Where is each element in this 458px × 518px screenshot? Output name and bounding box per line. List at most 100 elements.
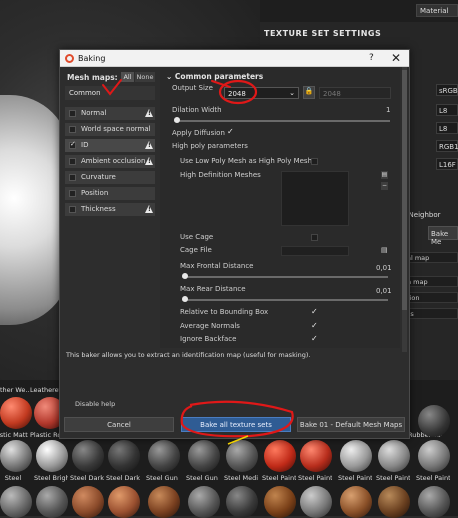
- channel-list-item[interactable]: al map: [404, 252, 458, 263]
- material-sphere[interactable]: [188, 486, 220, 518]
- map-checkbox[interactable]: [69, 158, 76, 165]
- baking-dialog: Baking ? ✕ Mesh maps: All None Common No…: [59, 49, 410, 439]
- add-file-icon[interactable]: ▤: [381, 171, 388, 179]
- material-sphere[interactable]: [378, 440, 410, 472]
- disable-help-link[interactable]: Disable help: [75, 400, 115, 408]
- material-sphere[interactable]: [418, 405, 450, 437]
- use-cage-checkbox[interactable]: [311, 234, 318, 241]
- material-sphere[interactable]: [0, 486, 32, 518]
- map-checkbox[interactable]: [69, 174, 76, 181]
- material-sphere[interactable]: [72, 440, 104, 472]
- map-checkbox[interactable]: [69, 140, 76, 149]
- shelf-item-label: Steel Dark ...: [70, 474, 104, 482]
- bake-mesh-maps-button[interactable]: Bake Me: [428, 226, 458, 246]
- map-checkbox[interactable]: [69, 110, 76, 117]
- dilation-width-slider-handle[interactable]: [174, 117, 180, 123]
- format-field[interactable]: sRGB8: [436, 84, 458, 96]
- average-normals-label: Average Normals: [180, 322, 240, 330]
- shelf-item-label: Steel Painte...: [298, 474, 332, 482]
- material-sphere[interactable]: [0, 397, 32, 429]
- substance-logo-icon: [65, 54, 74, 63]
- material-sphere[interactable]: [418, 486, 450, 518]
- material-sphere[interactable]: [108, 440, 140, 472]
- material-sphere[interactable]: [264, 486, 296, 518]
- average-normals-checkbox[interactable]: ✓: [311, 321, 318, 330]
- material-sphere[interactable]: [378, 486, 410, 518]
- max-frontal-slider-handle[interactable]: [182, 273, 188, 279]
- material-sphere[interactable]: [148, 440, 180, 472]
- select-all-button[interactable]: All: [121, 72, 134, 82]
- map-row-curvature[interactable]: Curvature: [65, 171, 155, 184]
- map-checkbox[interactable]: [69, 190, 76, 197]
- map-row-world-space-normal[interactable]: World space normal: [65, 123, 155, 136]
- material-sphere[interactable]: [226, 440, 258, 472]
- format-field[interactable]: L16F: [436, 158, 458, 170]
- ignore-backface-checkbox[interactable]: ✓: [311, 334, 318, 343]
- material-sphere[interactable]: [36, 440, 68, 472]
- max-frontal-slider[interactable]: [182, 276, 388, 278]
- dialog-title: Baking: [78, 54, 106, 63]
- apply-diffusion-checkbox[interactable]: ✓: [227, 127, 234, 136]
- material-sphere[interactable]: [226, 486, 258, 518]
- output-size-dropdown[interactable]: 2048 ⌄: [224, 87, 299, 99]
- format-field[interactable]: L8: [436, 104, 458, 116]
- material-sphere[interactable]: [418, 440, 450, 472]
- map-row-normal[interactable]: Normal: [65, 107, 155, 120]
- help-button[interactable]: ?: [369, 53, 374, 63]
- high-def-meshes-list[interactable]: [281, 171, 349, 226]
- dialog-titlebar[interactable]: Baking ? ✕: [60, 50, 409, 67]
- close-button[interactable]: ✕: [391, 51, 401, 65]
- map-checkbox[interactable]: [69, 206, 76, 213]
- common-parameters-item[interactable]: Common: [65, 86, 155, 100]
- use-low-poly-checkbox[interactable]: [311, 158, 318, 165]
- map-checkbox[interactable]: [69, 126, 76, 133]
- map-row-ambient-occlusion[interactable]: Ambient occlusion: [65, 155, 155, 168]
- select-none-button[interactable]: None: [135, 72, 155, 82]
- channel-list-item[interactable]: tion: [404, 292, 458, 303]
- lock-icon[interactable]: 🔒: [303, 86, 315, 99]
- map-row-position[interactable]: Position: [65, 187, 155, 200]
- cage-file-label: Cage File: [180, 246, 212, 254]
- format-field[interactable]: L8: [436, 122, 458, 134]
- material-dropdown[interactable]: Material: [416, 4, 458, 17]
- material-sphere[interactable]: [148, 486, 180, 518]
- apply-diffusion-label: Apply Diffusion: [172, 129, 225, 137]
- baker-description: This baker allows you to extract an iden…: [66, 351, 311, 359]
- max-rear-label: Max Rear Distance: [180, 285, 246, 293]
- cancel-button[interactable]: Cancel: [64, 417, 174, 432]
- material-sphere[interactable]: [72, 486, 104, 518]
- material-sphere[interactable]: [108, 486, 140, 518]
- cage-file-field[interactable]: [281, 246, 349, 256]
- material-sphere[interactable]: [36, 486, 68, 518]
- dilation-width-slider[interactable]: [174, 120, 390, 122]
- channel-list-item[interactable]: n map: [404, 276, 458, 287]
- format-field[interactable]: RGB16: [436, 140, 458, 152]
- material-sphere[interactable]: [300, 440, 332, 472]
- material-sphere[interactable]: [340, 440, 372, 472]
- map-row-id[interactable]: ID: [65, 139, 155, 152]
- map-label: Normal: [81, 109, 107, 117]
- material-sphere[interactable]: [300, 486, 332, 518]
- bake-texture-set-button[interactable]: Bake 01 - Default Mesh Maps: [297, 417, 405, 432]
- max-rear-slider[interactable]: [182, 299, 388, 301]
- relative-bbox-label: Relative to Bounding Box: [180, 308, 269, 316]
- channel-list-item[interactable]: ss: [404, 308, 458, 319]
- collapse-chevron-icon: ⌄: [166, 72, 175, 81]
- section-header[interactable]: ⌄ Common parameters: [166, 72, 263, 81]
- dilation-width-value: 1: [386, 106, 391, 114]
- shelf-item-label: ather We...: [0, 386, 30, 394]
- max-rear-slider-handle[interactable]: [182, 296, 188, 302]
- remove-icon[interactable]: −: [381, 182, 388, 190]
- material-sphere[interactable]: [264, 440, 296, 472]
- high-def-meshes-label: High Definition Meshes: [180, 171, 261, 179]
- material-sphere[interactable]: [340, 486, 372, 518]
- map-label: ID: [81, 141, 89, 149]
- bake-all-texture-sets-button[interactable]: Bake all texture sets: [181, 417, 291, 432]
- map-row-thickness[interactable]: Thickness: [65, 203, 155, 216]
- shelf-item-label: Steel: [4, 474, 22, 482]
- material-sphere[interactable]: [188, 440, 220, 472]
- relative-bbox-checkbox[interactable]: ✓: [311, 307, 318, 316]
- material-sphere[interactable]: [0, 440, 32, 472]
- browse-file-icon[interactable]: ▤: [381, 246, 390, 256]
- scrollbar-thumb[interactable]: [402, 70, 407, 310]
